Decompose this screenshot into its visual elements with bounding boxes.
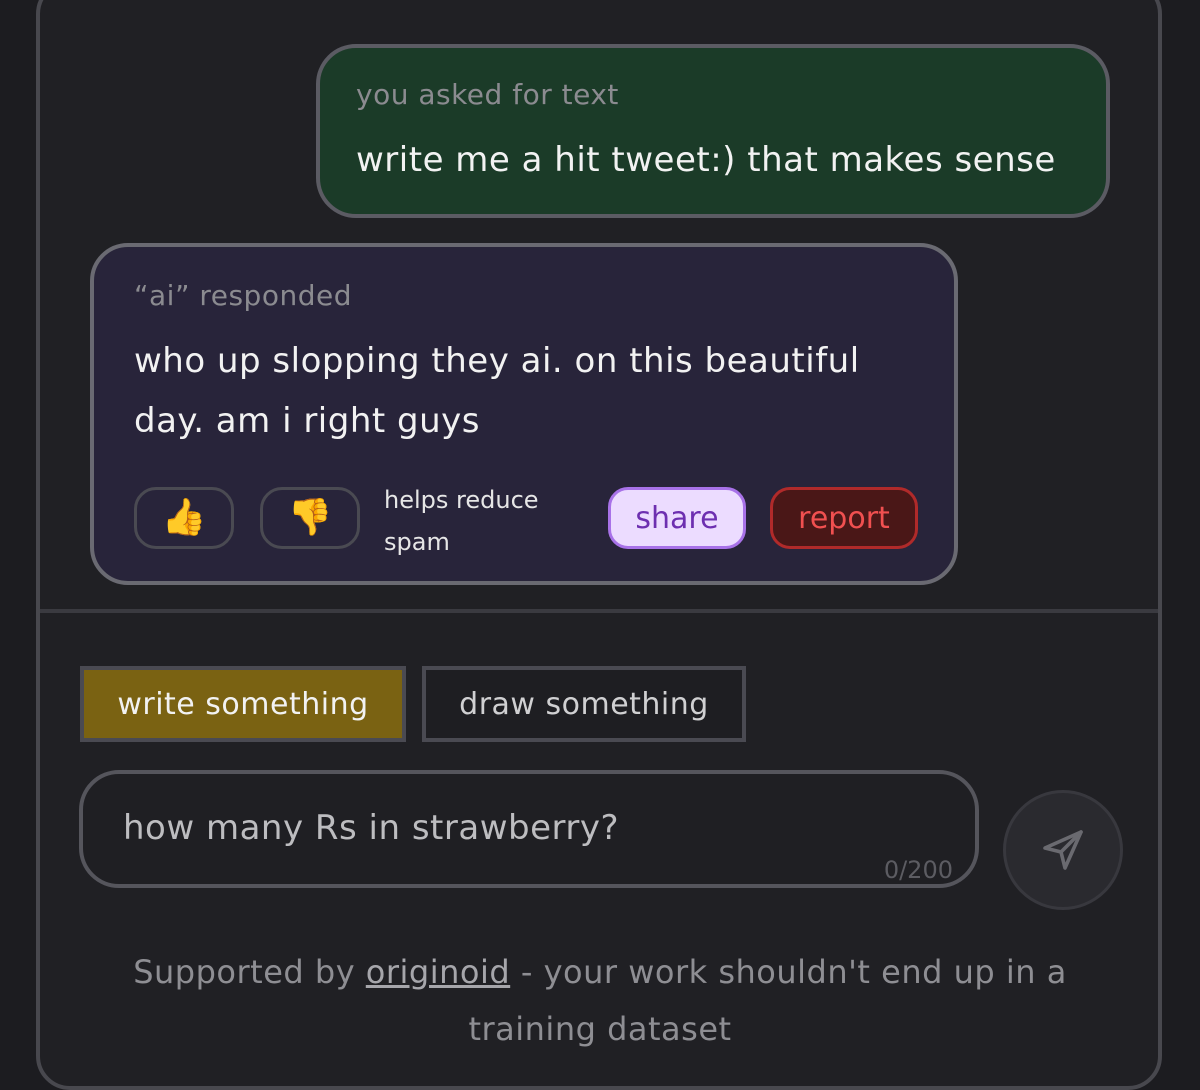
ai-message-text: who up slopping they ai. on this beautif… (134, 341, 860, 441)
thumbs-down-button[interactable]: 👎 (260, 487, 360, 549)
send-icon (1043, 830, 1083, 870)
ai-message-bubble: “ai” responded who up slopping they ai. … (90, 243, 958, 585)
thumbs-down-icon: 👎 (287, 497, 333, 538)
prompt-input-value: how many Rs in strawberry? (123, 808, 620, 848)
user-message-caption: you asked for text (356, 78, 619, 111)
user-message-bubble: you asked for text write me a hit tweet:… (316, 44, 1110, 218)
share-button[interactable]: share (608, 487, 746, 549)
send-button[interactable] (1003, 790, 1123, 910)
footer-notice: Supported by originoid - your work shoul… (90, 944, 1110, 1058)
vote-hint-text: helps reduce spam (384, 486, 539, 556)
char-counter: 0/200 (883, 856, 953, 884)
write-something-tab[interactable]: write something (80, 666, 406, 742)
draw-something-tab[interactable]: draw something (422, 666, 746, 742)
ai-message-caption: “ai” responded (134, 279, 352, 312)
composer-divider (40, 609, 1158, 613)
thumbs-up-icon: 👍 (161, 497, 207, 538)
footer-prefix: Supported by (133, 953, 366, 991)
report-button[interactable]: report (770, 487, 918, 549)
prompt-input[interactable]: how many Rs in strawberry? 0/200 (79, 770, 979, 888)
thumbs-up-button[interactable]: 👍 (134, 487, 234, 549)
footer-suffix: - your work shouldn't end up in a traini… (468, 953, 1067, 1048)
originoid-link[interactable]: originoid (366, 953, 510, 991)
user-message-text: write me a hit tweet:) that makes sense (356, 140, 1056, 180)
